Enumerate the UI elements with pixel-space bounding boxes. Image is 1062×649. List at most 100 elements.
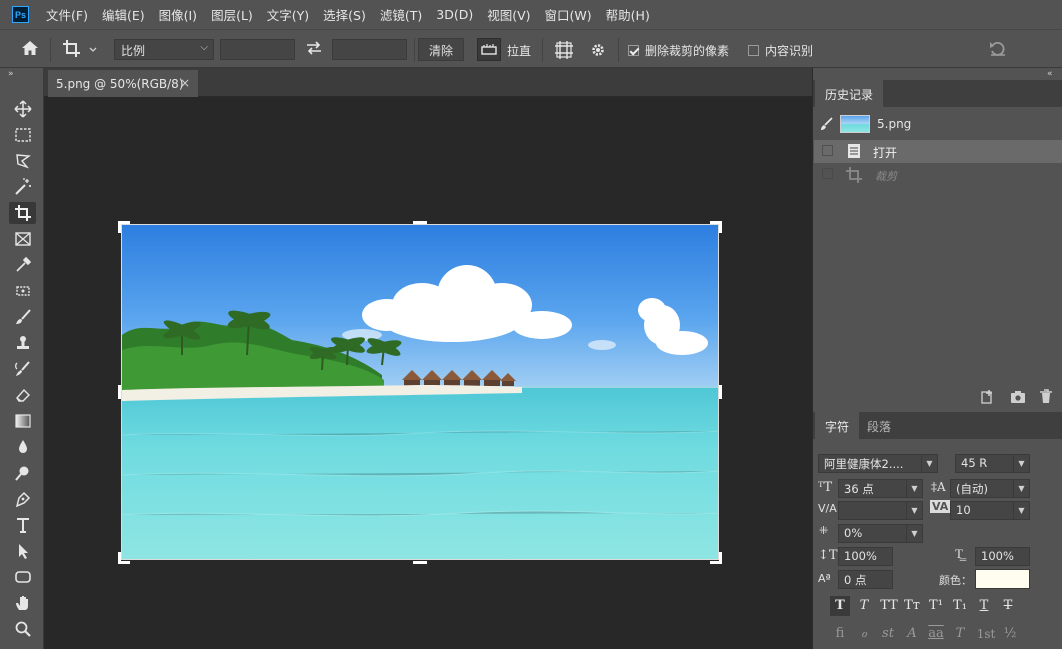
horizontal-scale-input[interactable]: 100% <box>975 547 1030 566</box>
ordinals-button[interactable]: 1st <box>974 624 998 644</box>
crop-handle-bottom-left[interactable] <box>118 552 130 564</box>
menu-file[interactable]: 文件(F) <box>39 5 95 24</box>
font-style-select[interactable]: 45 R ▼ <box>955 454 1030 473</box>
collapse-toolbar-icon[interactable]: » <box>8 69 14 79</box>
crop-handle-top[interactable] <box>413 221 427 224</box>
discretionary-ligatures-button[interactable]: st <box>878 624 898 644</box>
font-family-select[interactable]: 阿里健康体2.... ▼ <box>818 454 938 473</box>
gradient-tool-icon[interactable] <box>9 410 36 432</box>
content-aware-label[interactable]: 内容识别 <box>765 42 813 59</box>
subscript-button[interactable]: T₁ <box>950 596 970 616</box>
step-checkbox[interactable] <box>822 168 833 179</box>
tab-paragraph[interactable]: 段落 <box>857 412 901 439</box>
faux-italic-button[interactable]: T <box>854 596 874 616</box>
lasso-tool-icon[interactable] <box>9 150 36 172</box>
titling-alternates-button[interactable]: T <box>950 624 970 644</box>
reset-icon[interactable] <box>988 40 1008 61</box>
old-style-button[interactable]: ℴ <box>854 624 874 644</box>
path-selection-icon[interactable] <box>9 540 36 562</box>
superscript-button[interactable]: T¹ <box>926 596 946 616</box>
move-tool-icon[interactable] <box>9 98 36 120</box>
tsume-select[interactable]: 0% ▼ <box>838 524 923 543</box>
menu-filter[interactable]: 滤镜(T) <box>373 5 429 24</box>
leading-select[interactable]: (自动) ▼ <box>950 479 1030 498</box>
collapse-panels-icon[interactable]: « <box>1047 69 1053 79</box>
content-aware-checkbox[interactable] <box>748 43 759 57</box>
new-document-from-state-icon[interactable] <box>979 390 995 407</box>
gear-icon[interactable] <box>588 40 608 63</box>
font-size-select[interactable]: 36 点 ▼ <box>838 479 923 498</box>
crop-handle-top-right[interactable] <box>710 221 722 233</box>
overlay-grid-icon[interactable] <box>554 40 574 63</box>
strikethrough-button[interactable]: T <box>998 596 1018 616</box>
text-color-swatch[interactable] <box>975 569 1030 589</box>
crop-handle-bottom[interactable] <box>413 561 427 564</box>
crop-handle-right[interactable] <box>719 385 722 399</box>
straighten-icon[interactable] <box>477 38 501 61</box>
swash-button[interactable]: A <box>902 624 922 644</box>
history-snapshot[interactable]: 5.png <box>814 113 1062 136</box>
marquee-tool-icon[interactable] <box>9 124 36 146</box>
fractions-button[interactable]: ½ <box>1000 624 1020 644</box>
pen-tool-icon[interactable] <box>9 488 36 510</box>
hand-tool-icon[interactable] <box>9 592 36 614</box>
menu-help[interactable]: 帮助(H) <box>599 5 657 24</box>
faux-bold-button[interactable]: T <box>830 596 850 616</box>
crop-handle-left[interactable] <box>118 385 121 399</box>
delete-cropped-label[interactable]: 删除裁剪的像素 <box>645 42 729 59</box>
spot-healing-icon[interactable] <box>9 280 36 302</box>
crop-handle-bottom-right[interactable] <box>710 552 722 564</box>
all-caps-button[interactable]: TT <box>877 596 901 616</box>
ligatures-button[interactable]: fi <box>830 624 850 644</box>
underline-button[interactable]: T <box>974 596 994 616</box>
vertical-scale-input[interactable]: 100% <box>838 547 893 566</box>
menu-select[interactable]: 选择(S) <box>316 5 373 24</box>
frame-tool-icon[interactable] <box>9 228 36 250</box>
ratio-select[interactable]: 比例 ⌵ <box>114 39 214 60</box>
tab-history[interactable]: 历史记录 <box>815 80 884 107</box>
small-caps-button[interactable]: Tт <box>902 596 922 616</box>
document-image[interactable] <box>121 224 719 560</box>
menu-window[interactable]: 窗口(W) <box>538 5 599 24</box>
rectangle-tool-icon[interactable] <box>9 566 36 588</box>
history-step-crop[interactable]: 裁剪 <box>814 163 1062 186</box>
tracking-select[interactable]: 10 ▼ <box>950 501 1030 520</box>
history-step-open[interactable]: 打开 <box>814 140 1062 163</box>
menu-layer[interactable]: 图层(L) <box>204 5 260 24</box>
step-checkbox[interactable] <box>822 145 833 156</box>
zoom-tool-icon[interactable] <box>9 618 36 640</box>
tab-character[interactable]: 字符 <box>815 412 860 439</box>
stylistic-alternates-button[interactable]: aa <box>926 624 946 644</box>
history-brush-icon[interactable] <box>9 358 36 380</box>
blur-tool-icon[interactable] <box>9 436 36 458</box>
trash-icon[interactable] <box>1039 389 1053 407</box>
crop-tool-icon[interactable] <box>9 202 36 224</box>
menu-view[interactable]: 视图(V) <box>480 5 537 24</box>
magic-wand-icon[interactable] <box>9 176 36 198</box>
dodge-tool-icon[interactable] <box>9 462 36 484</box>
ratio-height-input[interactable] <box>332 39 407 60</box>
straighten-label[interactable]: 拉直 <box>507 42 531 59</box>
clear-button[interactable]: 清除 <box>418 38 465 61</box>
kerning-select[interactable]: ▼ <box>838 501 923 520</box>
camera-icon[interactable] <box>1010 390 1026 407</box>
menu-3d[interactable]: 3D(D) <box>429 7 480 22</box>
history-brush-source-icon[interactable] <box>820 117 834 134</box>
type-tool-icon[interactable] <box>9 514 36 536</box>
document-tab[interactable]: 5.png @ 50%(RGB/8) × <box>48 70 198 97</box>
delete-cropped-checkbox[interactable] <box>628 43 639 57</box>
eyedropper-icon[interactable] <box>9 254 36 276</box>
crop-handle-top-left[interactable] <box>118 221 130 233</box>
canvas-area[interactable] <box>44 97 812 649</box>
menu-image[interactable]: 图像(I) <box>152 5 204 24</box>
home-icon[interactable] <box>20 39 40 60</box>
menu-type[interactable]: 文字(Y) <box>260 5 316 24</box>
menu-edit[interactable]: 编辑(E) <box>95 5 152 24</box>
baseline-shift-input[interactable]: 0 点 <box>838 570 893 589</box>
eraser-tool-icon[interactable] <box>9 384 36 406</box>
swap-icon[interactable] <box>305 40 323 59</box>
close-tab-icon[interactable]: × <box>180 76 190 90</box>
crop-tool-preset-icon[interactable] <box>62 39 100 62</box>
clone-stamp-icon[interactable] <box>9 332 36 354</box>
brush-tool-icon[interactable] <box>9 306 36 328</box>
